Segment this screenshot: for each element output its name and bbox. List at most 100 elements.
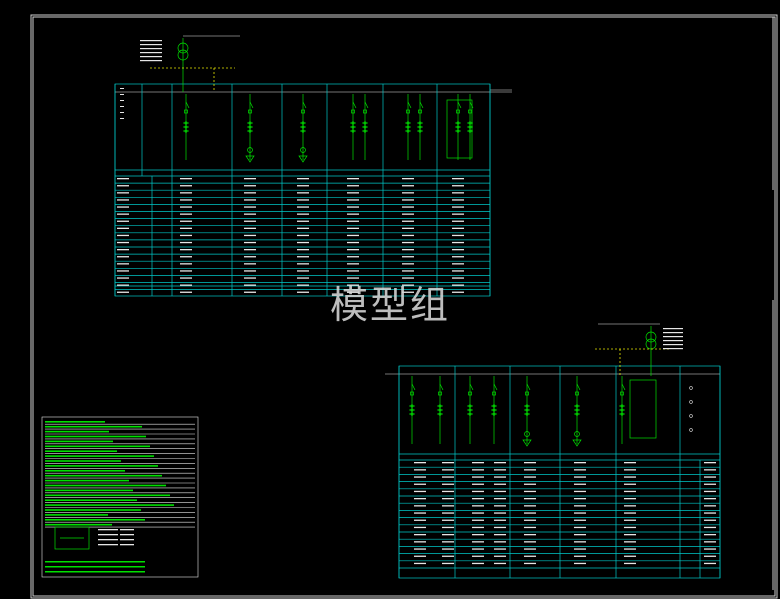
cell-value-text (414, 490, 426, 493)
cell-value-text (297, 227, 309, 229)
cell-value-text (624, 548, 636, 550)
breaker-blade (493, 383, 498, 391)
row-label-text (117, 256, 129, 258)
cell-value-text (494, 562, 506, 565)
row-label-text (704, 469, 716, 471)
cell-value-text (414, 534, 426, 536)
row-label-text (117, 291, 129, 293)
cell-value-text (574, 498, 586, 500)
row-label-text (117, 234, 129, 237)
row-label-text (704, 526, 716, 529)
transformer-spec-text (663, 328, 683, 330)
cell-value-text (524, 534, 536, 536)
cell-value-text (624, 476, 636, 478)
cell-value-text (524, 541, 536, 543)
cell-value-text (180, 241, 192, 244)
cell-value-text (347, 199, 359, 201)
cell-value-text (414, 476, 426, 478)
cabinet-box (629, 379, 657, 439)
note-text-line (45, 514, 108, 516)
row-label-text (704, 490, 716, 493)
transformer-spec-text (663, 340, 683, 342)
drawing-canvas: 模型组 (0, 0, 780, 599)
cell-value-text (574, 462, 586, 464)
row-label-text (704, 483, 716, 485)
cell-value-text (414, 512, 426, 514)
cell-value-text (244, 234, 256, 237)
cell-value-text (624, 555, 636, 557)
cell-value-text (402, 270, 414, 272)
cell-value-text (574, 541, 586, 543)
note-legend-text (120, 544, 134, 546)
note-legend-text (98, 544, 118, 546)
cell-value-text (624, 534, 636, 536)
note-legend-text (98, 539, 118, 541)
cell-value-text (524, 555, 536, 557)
cell-value-text (442, 562, 454, 565)
cell-value-text (402, 185, 414, 187)
cell-value-text (297, 192, 309, 194)
cell-value-text (494, 505, 506, 507)
cell-value-text (244, 220, 256, 222)
cell-value-text (347, 213, 359, 215)
cell-value-text (442, 490, 454, 493)
cell-value-text (624, 512, 636, 514)
side-annotation (120, 106, 124, 107)
cell-value-text (297, 241, 309, 244)
breaker-blade (469, 101, 474, 109)
row-label-text (117, 249, 129, 251)
row-label-text (117, 199, 129, 201)
indicator-dot (689, 414, 693, 418)
cell-value-text (472, 534, 484, 536)
cell-value-text (524, 469, 536, 471)
cell-value-text (297, 277, 309, 279)
cell-value-text (244, 291, 256, 293)
note-footer-text (45, 571, 145, 573)
side-annotation (120, 88, 124, 89)
note-footer-text (45, 566, 145, 568)
breaker-blade (457, 101, 462, 109)
breaker-blade (185, 101, 190, 109)
cell-value-text (180, 256, 192, 258)
transformer-spec-text (663, 348, 683, 350)
side-annotation (120, 100, 124, 101)
cell-value-text (624, 541, 636, 543)
cell-value-text (442, 462, 454, 464)
cell-value-text (244, 199, 256, 201)
cell-value-text (180, 270, 192, 272)
cell-value-text (180, 263, 192, 265)
note-text-line (45, 523, 112, 526)
cell-value-text (297, 249, 309, 251)
cell-value-text (574, 534, 586, 536)
cell-value-text (524, 562, 536, 565)
row-label-text (117, 206, 129, 208)
cell-value-text (402, 241, 414, 244)
cell-value-text (402, 199, 414, 201)
cell-value-text (402, 263, 414, 265)
cell-value-text (494, 462, 506, 464)
cell-value-text (524, 498, 536, 500)
row-label-text (117, 213, 129, 215)
cell-value-text (524, 462, 536, 464)
note-footer-text (45, 561, 145, 563)
cell-value-text (180, 220, 192, 222)
cell-value-text (297, 234, 309, 237)
cell-value-text (624, 519, 636, 521)
cell-value-text (574, 476, 586, 478)
cell-value-text (524, 519, 536, 521)
cell-value-text (442, 519, 454, 521)
note-text-line (45, 440, 113, 443)
note-text-line (45, 450, 117, 452)
cell-value-text (472, 498, 484, 500)
cell-value-text (402, 192, 414, 194)
cell-value-text (574, 526, 586, 529)
cell-value-text (347, 234, 359, 237)
cell-value-text (524, 476, 536, 478)
cell-value-text (180, 185, 192, 187)
cell-value-text (452, 220, 464, 222)
cell-value-text (347, 220, 359, 222)
cell-value-text (624, 462, 636, 464)
cell-value-text (414, 483, 426, 485)
cell-value-text (180, 234, 192, 237)
cell-value-text (494, 476, 506, 478)
